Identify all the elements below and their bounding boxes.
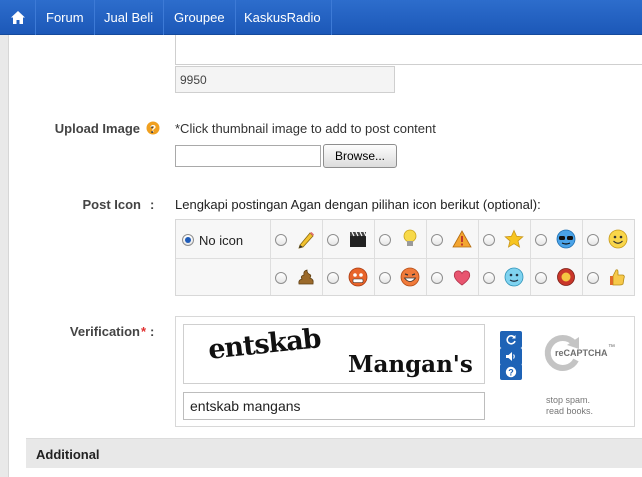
recaptcha-brand: reCAPTCHA <box>555 348 608 358</box>
radio-cool-face[interactable] <box>535 234 547 246</box>
tagline-line-2: read books. <box>546 406 594 416</box>
char-count-field: 9950 <box>175 66 395 93</box>
captcha-help-button[interactable]: ? <box>500 364 522 380</box>
radio-smile-face[interactable] <box>587 234 599 246</box>
home-icon <box>10 11 25 24</box>
verification-label-group: Verification * <box>20 324 160 340</box>
captcha-image: entskab Mangan's <box>183 323 485 384</box>
message-textarea[interactable] <box>175 35 642 65</box>
captcha-word-2: Mangan's <box>348 351 473 378</box>
angry-face-icon <box>348 267 368 287</box>
audio-captcha-button[interactable] <box>500 348 522 365</box>
speaker-icon <box>506 352 515 361</box>
browse-button[interactable]: Browse... <box>323 144 397 168</box>
refresh-captcha-button[interactable] <box>500 331 522 348</box>
grin-face-icon <box>400 267 420 287</box>
radio-heart[interactable] <box>431 272 443 284</box>
radio-poop[interactable] <box>275 272 287 284</box>
post-icon-grid: No icon <box>175 219 635 296</box>
top-nav-bar: Forum Jual Beli Groupee KaskusRadio <box>0 0 642 35</box>
captcha-response-input[interactable]: entskab mangans <box>183 392 485 420</box>
no-icon-cell <box>176 220 271 295</box>
radio-flower[interactable] <box>535 272 547 284</box>
cool-face-icon <box>556 229 576 249</box>
flower-icon <box>557 268 575 286</box>
star-icon <box>504 229 524 248</box>
additional-title: Additional <box>36 447 100 462</box>
tagline-line-1: stop spam. <box>546 395 591 405</box>
pencil-icon <box>298 232 314 249</box>
recaptcha-tm: ™ <box>608 344 615 351</box>
upload-image-label-group: Upload Image ? <box>20 121 160 137</box>
post-icon-colon: : <box>150 197 155 212</box>
warning-icon <box>452 230 472 248</box>
radio-grin-face[interactable] <box>379 272 391 284</box>
no-icon-label: No icon <box>199 233 244 248</box>
help-icon: ? <box>505 366 517 377</box>
recaptcha-logo: reCAPTCHA ™ <box>541 333 621 377</box>
nav-item-kaskusradio[interactable]: KaskusRadio <box>234 0 332 35</box>
nav-home-button[interactable] <box>0 0 36 35</box>
verification-label: Verification <box>69 324 140 339</box>
heart-icon <box>453 270 471 286</box>
upload-colon: : <box>150 121 155 136</box>
thumbs-up-icon <box>610 269 625 286</box>
poop-icon <box>298 269 314 285</box>
radio-angry-face[interactable] <box>327 272 339 284</box>
radio-warning[interactable] <box>431 234 443 246</box>
upload-image-label: Upload Image <box>54 121 140 136</box>
file-path-input[interactable] <box>175 145 321 167</box>
refresh-icon <box>506 334 516 345</box>
additional-section-header[interactable]: Additional <box>26 438 642 468</box>
verification-colon: : <box>150 324 155 339</box>
cold-face-icon <box>504 267 524 287</box>
captcha-word-1: entskab <box>206 323 322 366</box>
radio-cold-face[interactable] <box>483 272 495 284</box>
lightbulb-icon <box>403 229 417 246</box>
recaptcha-tagline: stop spam. read books. <box>546 395 593 417</box>
radio-no-icon[interactable] <box>182 234 194 246</box>
post-icon-description: Lengkapi postingan Agan dengan pilihan i… <box>175 197 541 212</box>
radio-lightbulb[interactable] <box>379 234 391 246</box>
radio-clapperboard[interactable] <box>327 234 339 246</box>
radio-thumbs-up[interactable] <box>587 272 599 284</box>
nav-item-groupee[interactable]: Groupee <box>164 0 236 35</box>
clapperboard-icon <box>350 231 367 247</box>
post-icon-label: Post Icon <box>82 197 141 212</box>
radio-pencil[interactable] <box>275 234 287 246</box>
svg-text:?: ? <box>508 367 514 377</box>
required-mark: * <box>140 324 146 339</box>
nav-item-jual-beli[interactable]: Jual Beli <box>94 0 165 35</box>
upload-hint: *Click thumbnail image to add to post co… <box>175 121 436 136</box>
nav-item-forum[interactable]: Forum <box>36 0 95 35</box>
smile-face-icon <box>608 229 628 249</box>
radio-star[interactable] <box>483 234 495 246</box>
